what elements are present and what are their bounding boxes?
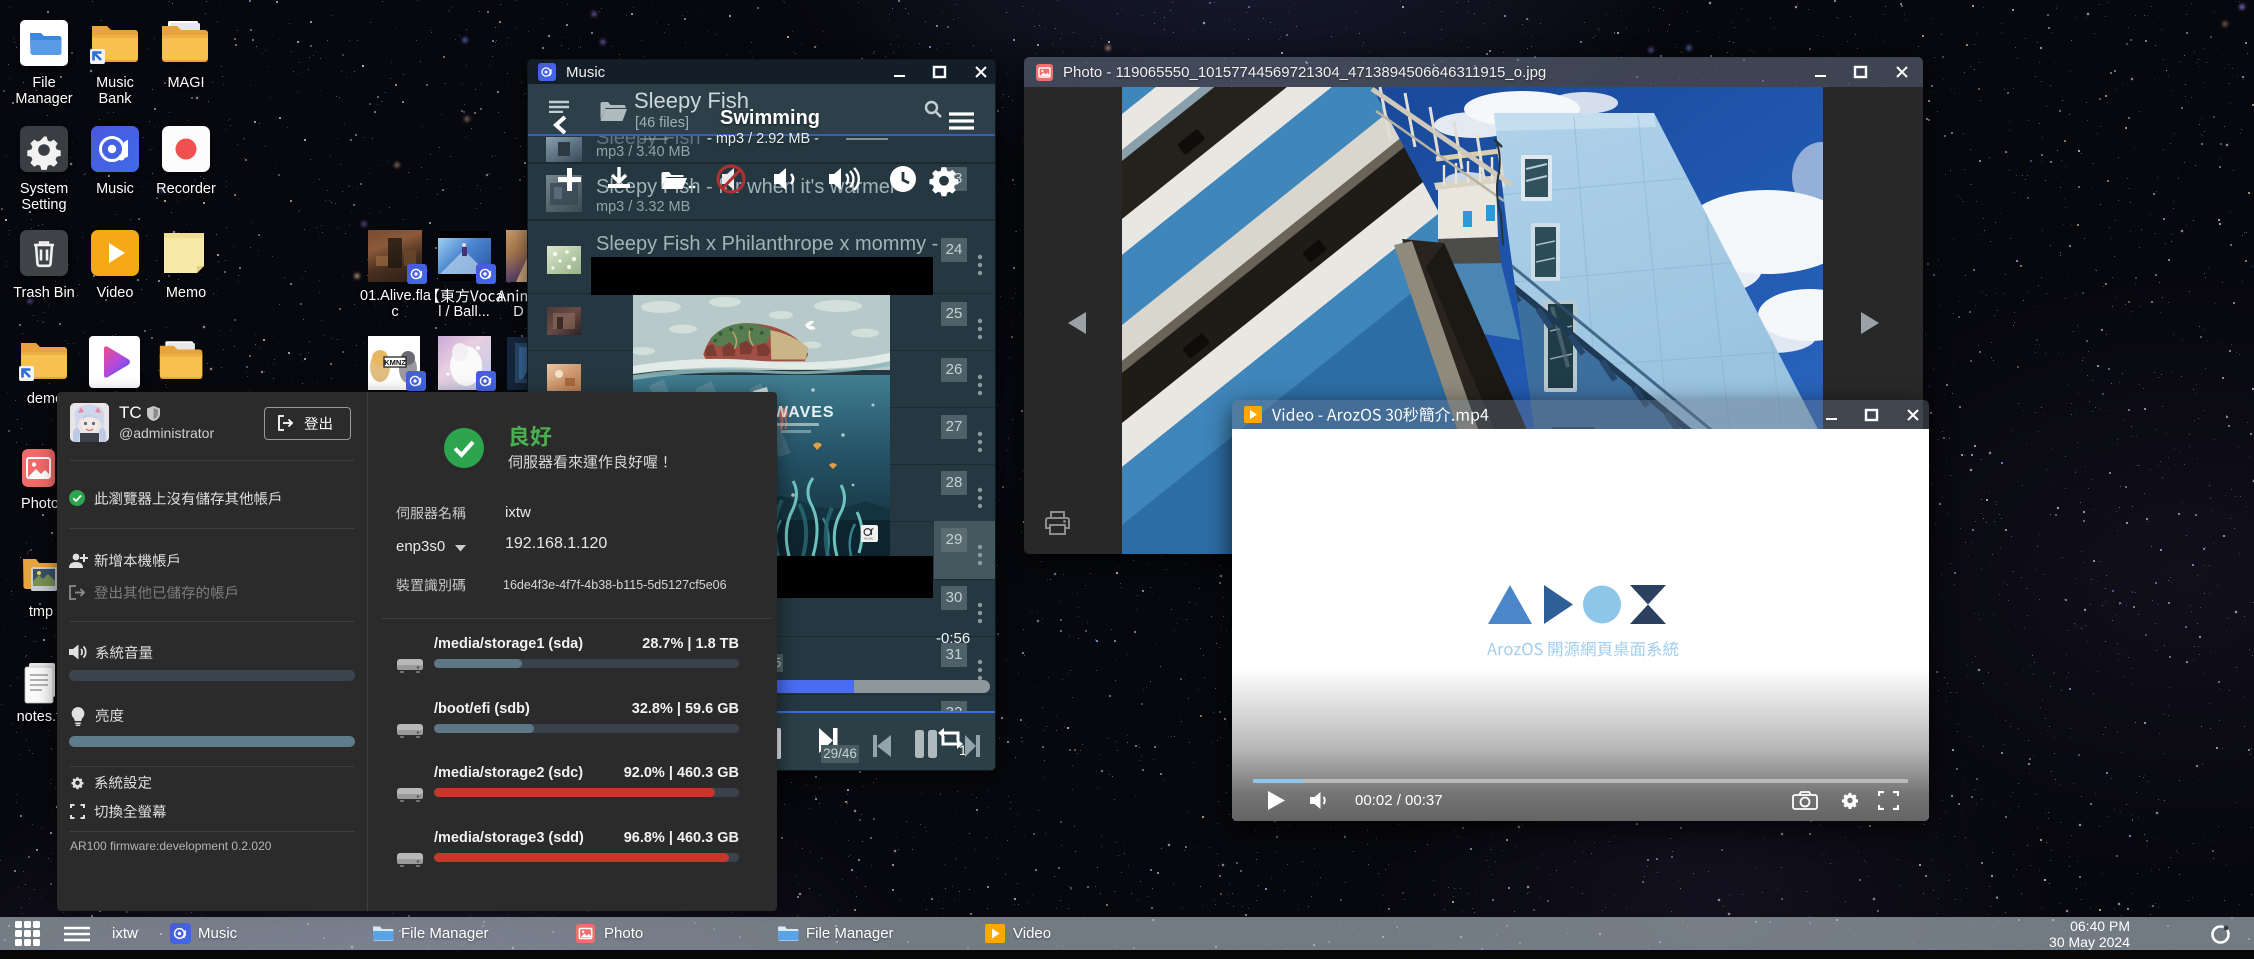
svg-text:KMNZ: KMNZ (384, 358, 406, 367)
svg-text:WAVES: WAVES (773, 404, 835, 421)
svg-text:MUSIC: MUSIC (864, 537, 875, 541)
